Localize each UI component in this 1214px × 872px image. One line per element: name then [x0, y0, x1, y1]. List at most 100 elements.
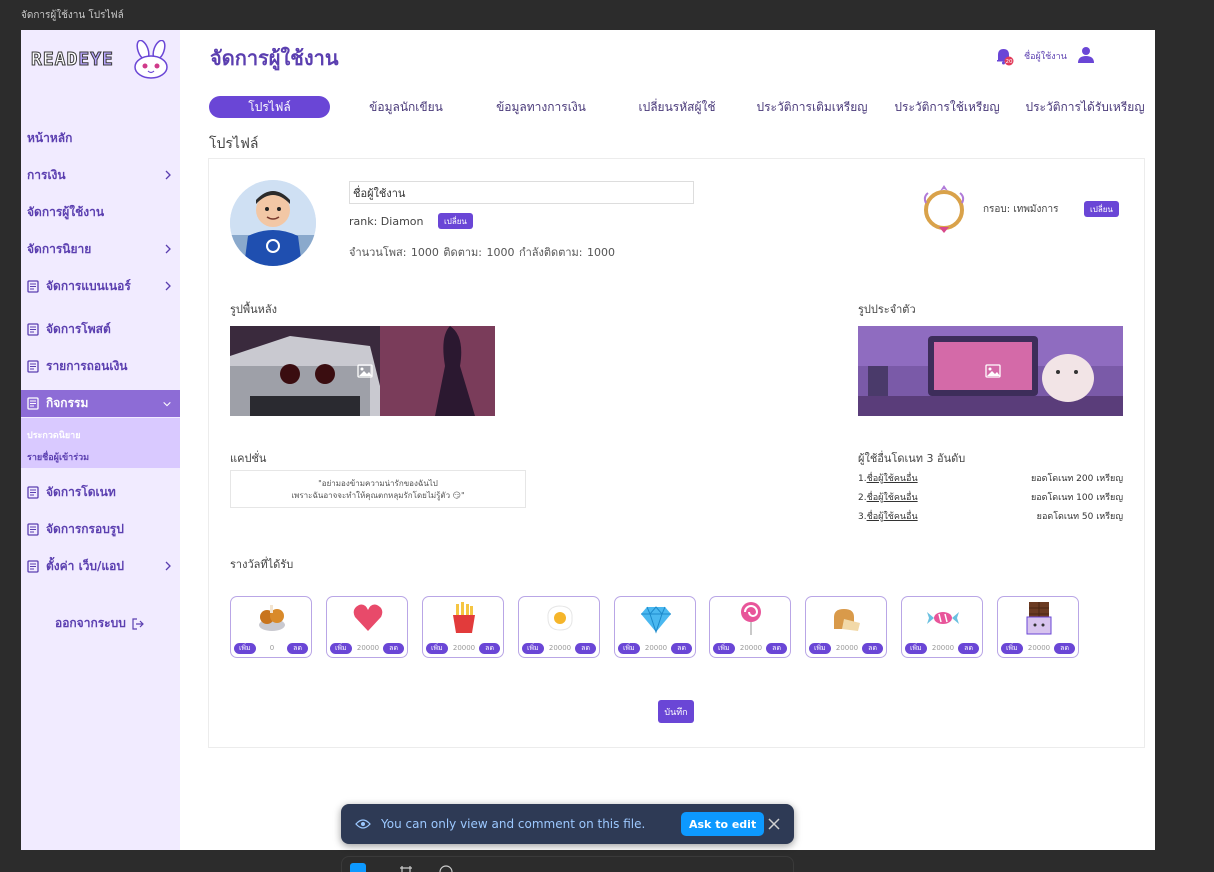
rewards-label: รางวัลที่ได้รับ — [230, 558, 294, 571]
chevron-right-icon — [165, 561, 171, 571]
sidebar-item-novels[interactable]: จัดการนิยาย — [21, 236, 180, 262]
username-input[interactable] — [349, 181, 694, 204]
fried-egg-icon — [547, 605, 573, 631]
subtract-button[interactable]: ลด — [1054, 643, 1075, 654]
sidebar-item-posts[interactable]: จัดการโพสต์ — [21, 316, 180, 342]
reward-card: เพิ่ม 20000 ลด — [326, 596, 408, 658]
sidebar-item-settings[interactable]: ตั้งค่า เว็บ/แอป — [21, 553, 180, 579]
reward-card: เพิ่ม 0 ลด — [230, 596, 312, 658]
reward-card: เพิ่ม 20000 ลด — [901, 596, 983, 658]
donor-row: 1.ชื่อผู้ใช้คนอื่น ยอดโดเนท 200 เหรียญ — [858, 471, 1123, 485]
sidebar-item-activities[interactable]: กิจกรรม — [21, 390, 180, 417]
caption-line-1: "อย่ามองข้ามความน่ารักของฉันไป — [318, 479, 438, 488]
tab-received-history[interactable]: ประวัติการได้รับเหรียญ — [1023, 96, 1147, 118]
chevron-right-icon — [165, 281, 171, 291]
subtract-button[interactable]: ลด — [671, 643, 692, 654]
tab-finance-info[interactable]: ข้อมูลทางการเงิน — [487, 96, 595, 118]
document-icon — [27, 279, 39, 293]
view-only-toast: You can only view and comment on this fi… — [341, 804, 794, 844]
reward-card: เพิ่ม 20000 ลด — [805, 596, 887, 658]
logout-icon — [132, 617, 144, 630]
figma-toolbar — [341, 856, 794, 872]
logo-text: READEYE — [30, 49, 114, 71]
tab-profile[interactable]: โปรไฟล์ — [209, 96, 330, 118]
sidebar-item-users[interactable]: จัดการผู้ใช้งาน — [21, 199, 180, 225]
notification-count: 20 — [1006, 59, 1013, 65]
donor-amount: ยอดโดเนท 100 เหรียญ — [1030, 493, 1123, 503]
tab-spending-history[interactable]: ประวัติการใช้เหรียญ — [893, 96, 1001, 118]
fried-chicken-icon — [259, 605, 285, 631]
sidebar-item-finance[interactable]: การเงิน — [21, 162, 180, 188]
submenu-item-novel-contest[interactable]: ประกวดนิยาย — [27, 428, 80, 442]
ask-to-edit-button[interactable]: Ask to edit — [681, 812, 765, 836]
rank-label: rank: Diamon — [349, 215, 424, 228]
document-icon — [27, 397, 39, 410]
document-icon — [27, 522, 39, 536]
subtract-button[interactable]: ลด — [287, 643, 308, 654]
close-icon[interactable] — [767, 817, 781, 831]
profile-stats: จำนวนโพส: 1000 ติดตาม: 1000 กำลังติดตาม:… — [349, 246, 615, 259]
bread-icon — [834, 609, 860, 631]
donor-row: 3.ชื่อผู้ใช้คนอื่น ยอดโดเนท 50 เหรียญ — [858, 509, 1123, 523]
donor-name-link[interactable]: ชื่อผู้ใช้คนอื่น — [867, 474, 918, 484]
top-donors-title: ผู้ใช้อื่นโดเนท 3 อันดับ — [858, 452, 966, 465]
caption-box[interactable]: "อย่ามองข้ามความน่ารักของฉันไป เพราะฉันอ… — [230, 470, 526, 508]
donor-name-link[interactable]: ชื่อผู้ใช้คนอื่น — [867, 493, 918, 503]
avatar-frame-preview — [923, 185, 965, 233]
frame-label: กรอบ: เทพมังการ — [983, 204, 1059, 215]
shape-tool-icon[interactable] — [438, 864, 454, 872]
change-rank-button[interactable]: เปลี่ยน — [438, 213, 473, 229]
logout-button[interactable]: ออกจากระบบ — [55, 614, 144, 633]
subtract-button[interactable]: ลด — [575, 643, 596, 654]
sidebar-item-banners[interactable]: จัดการแบนเนอร์ — [21, 273, 180, 299]
document-icon — [27, 322, 39, 336]
sidebar-item-frames[interactable]: จัดการกรอบรูป — [21, 516, 180, 542]
chevron-right-icon — [165, 244, 171, 254]
tab-topup-history[interactable]: ประวัติการเติมเหรียญ — [753, 96, 871, 118]
user-icon[interactable] — [1077, 46, 1095, 64]
subtract-button[interactable]: ลด — [479, 643, 500, 654]
sidebar-item-home[interactable]: หน้าหลัก — [21, 125, 180, 151]
subtract-button[interactable]: ลด — [958, 643, 979, 654]
notification-bell-icon[interactable]: 20 — [994, 46, 1014, 66]
subtract-button[interactable]: ลด — [383, 643, 404, 654]
donor-amount: ยอดโดเนท 50 เหรียญ — [1036, 512, 1123, 522]
reward-card: เพิ่ม 20000 ลด — [518, 596, 600, 658]
document-icon — [27, 485, 39, 499]
background-label: รูปพื้นหลัง — [230, 303, 278, 316]
chocolate-icon — [1026, 602, 1052, 635]
sidebar: READEYE หน้าหลัก การเงิน จัดการผู้ใช้งาน — [21, 30, 180, 850]
page-title: จัดการผู้ใช้งาน — [210, 46, 339, 70]
subtract-button[interactable]: ลด — [766, 643, 787, 654]
profile-card: rank: Diamon เปลี่ยน จำนวนโพส: 1000 ติดต… — [208, 158, 1145, 748]
background-image[interactable] — [230, 326, 495, 416]
profile-avatar[interactable] — [230, 180, 316, 266]
sidebar-item-withdrawals[interactable]: รายการถอนเงิน — [21, 353, 180, 379]
donor-name-link[interactable]: ชื่อผู้ใช้คนอื่น — [867, 512, 918, 522]
reward-card: เพิ่ม 20000 ลด — [709, 596, 791, 658]
image-icon — [985, 364, 1001, 378]
frame-tool-icon[interactable] — [398, 864, 414, 872]
tab-writer-info[interactable]: ข้อมูลนักเขียน — [356, 96, 456, 118]
window-title: จัดการผู้ใช้งาน โปรไฟล์ — [21, 10, 124, 21]
document-icon — [27, 359, 39, 373]
image-icon — [357, 364, 373, 378]
move-tool-icon[interactable] — [350, 863, 366, 872]
submenu-item-participants[interactable]: รายชื่อผู้เข้าร่วม — [27, 450, 89, 464]
sidebar-item-donations[interactable]: จัดการโดเนท — [21, 479, 180, 505]
header-username[interactable]: ชื่อผู้ใช้งาน — [1024, 49, 1067, 63]
section-title: โปรไฟล์ — [209, 136, 259, 152]
document-icon — [27, 559, 39, 573]
change-frame-button[interactable]: เปลี่ยน — [1084, 201, 1119, 217]
candy-icon — [927, 612, 959, 624]
subtract-button[interactable]: ลด — [862, 643, 883, 654]
avatar-image[interactable] — [858, 326, 1123, 416]
chevron-down-icon — [163, 401, 171, 407]
logo[interactable]: READEYE — [29, 40, 174, 80]
tab-change-password[interactable]: เปลี่ยนรหัสผู้ใช้ — [627, 96, 727, 118]
reward-card: เพิ่ม 20000 ลด — [614, 596, 696, 658]
app-frame: READEYE หน้าหลัก การเงิน จัดการผู้ใช้งาน — [21, 30, 1155, 850]
reward-card: เพิ่ม 20000 ลด — [997, 596, 1079, 658]
diamond-icon — [641, 606, 671, 634]
save-button[interactable]: บันทึก — [658, 700, 694, 723]
